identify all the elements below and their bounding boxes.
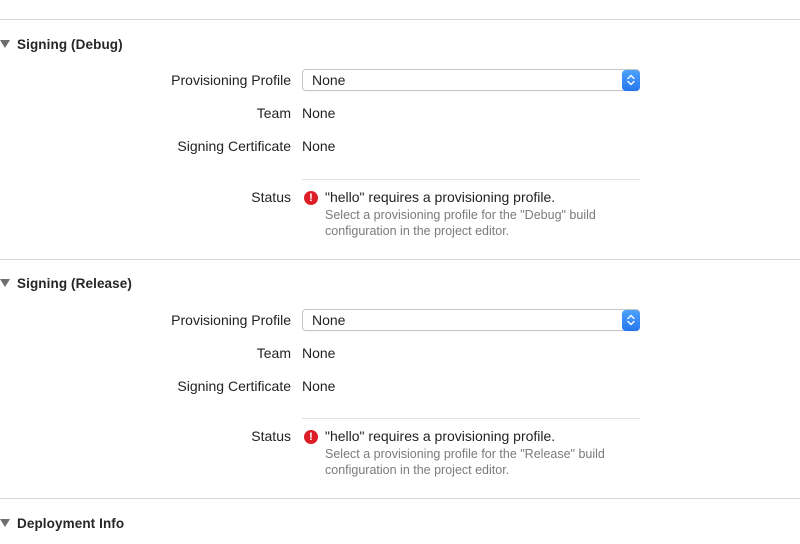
team-label: Team	[256, 345, 291, 361]
signing-certificate-label: Signing Certificate	[177, 138, 291, 154]
status-detail-line: configuration in the project editor.	[325, 463, 510, 477]
status-separator	[302, 179, 640, 180]
signing-certificate-value: None	[302, 138, 336, 154]
status-label: Status	[251, 189, 291, 205]
status-detail-line: Select a provisioning profile for the "D…	[325, 208, 596, 222]
team-label: Team	[256, 105, 291, 121]
status-separator	[302, 418, 640, 419]
chevron-updown-icon[interactable]	[622, 69, 640, 91]
status-detail-line: Select a provisioning profile for the "R…	[325, 447, 605, 461]
status-label: Status	[251, 428, 291, 444]
disclosure-triangle-icon[interactable]	[0, 519, 10, 527]
error-icon: !	[304, 191, 318, 205]
disclosure-triangle-icon[interactable]	[0, 40, 10, 48]
section-header-signing-release[interactable]: Signing (Release)	[0, 271, 132, 295]
section-header-signing-debug[interactable]: Signing (Debug)	[0, 32, 123, 56]
section-title: Deployment Info	[17, 515, 125, 531]
provisioning-profile-popup[interactable]: None	[302, 69, 640, 91]
section-title: Signing (Debug)	[17, 36, 123, 52]
signing-certificate-value: None	[302, 378, 336, 394]
status-message: "hello" requires a provisioning profile.	[325, 428, 556, 444]
chevron-updown-icon[interactable]	[622, 309, 640, 331]
status-detail: Select a provisioning profile for the "D…	[325, 207, 655, 239]
team-value: None	[302, 105, 336, 121]
signing-settings-page: Signing (Debug) Provisioning Profile Non…	[0, 0, 800, 544]
status-detail-line: configuration in the project editor.	[325, 224, 510, 238]
error-icon: !	[304, 430, 318, 444]
provisioning-profile-label: Provisioning Profile	[171, 72, 291, 88]
provisioning-profile-value: None	[312, 312, 346, 328]
provisioning-profile-popup[interactable]: None	[302, 309, 640, 331]
disclosure-triangle-icon[interactable]	[0, 279, 10, 287]
section-header-deployment-info[interactable]: Deployment Info	[0, 511, 124, 535]
section-divider	[0, 498, 800, 499]
provisioning-profile-value: None	[312, 72, 346, 88]
status-detail: Select a provisioning profile for the "R…	[325, 446, 655, 478]
section-divider	[0, 19, 800, 20]
signing-certificate-label: Signing Certificate	[177, 378, 291, 394]
team-value: None	[302, 345, 336, 361]
status-message: "hello" requires a provisioning profile.	[325, 189, 556, 205]
section-divider	[0, 259, 800, 260]
section-title: Signing (Release)	[17, 275, 132, 291]
provisioning-profile-label: Provisioning Profile	[171, 312, 291, 328]
